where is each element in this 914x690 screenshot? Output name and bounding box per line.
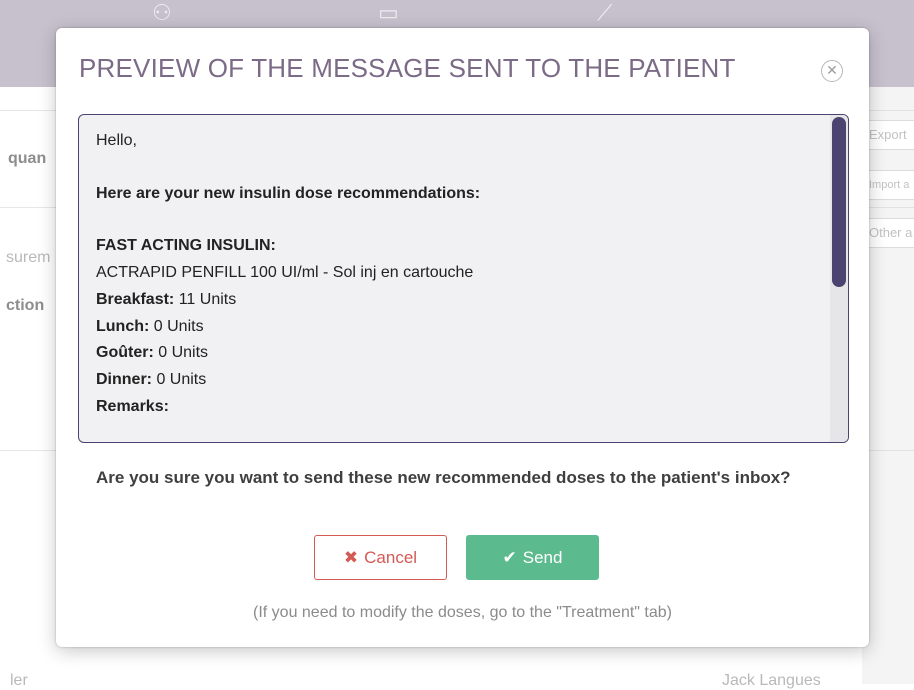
preview-message-modal: PREVIEW OF THE MESSAGE SENT TO THE PATIE… (56, 28, 869, 647)
users-icon[interactable]: ⚇ (152, 2, 172, 24)
dose-value: 0 Units (153, 344, 209, 362)
insulin-product-name: ACTRAPID PENFILL 100 UI/ml - Sol inj en … (96, 264, 474, 282)
background-bottom-left-text: ler (10, 672, 28, 689)
dose-row-breakfast: Breakfast: 11 Units (96, 287, 816, 314)
background-bottom-right-text: Jack Langues (722, 672, 821, 689)
modify-doses-hint: (If you need to modify the doses, go to … (253, 604, 672, 621)
import-button[interactable]: Import a (862, 170, 914, 200)
send-label: Send (522, 548, 563, 567)
confirm-question: Are you sure you want to send these new … (96, 468, 791, 487)
modal-title: PREVIEW OF THE MESSAGE SENT TO THE PATIE… (79, 53, 736, 83)
chat-icon[interactable]: ▭ (378, 2, 399, 24)
dose-value: 0 Units (149, 317, 204, 335)
cancel-label: Cancel (364, 548, 418, 567)
message-content: Hello, Here are your new insulin dose re… (96, 128, 816, 420)
message-preview-box[interactable]: Hello, Here are your new insulin dose re… (78, 114, 849, 443)
check-icon: ✔ (502, 548, 517, 567)
send-button[interactable]: ✔ Send (466, 535, 599, 580)
dose-label: Dinner: (96, 370, 152, 388)
dose-value: 11 Units (174, 290, 237, 308)
chart-icon[interactable]: ⟋ (597, 2, 612, 24)
message-heading: Here are your new insulin dose recommend… (96, 184, 481, 202)
export-button[interactable]: Export (862, 120, 914, 150)
dose-label: Goûter: (96, 344, 154, 362)
background-quantity-text: quan (8, 150, 47, 167)
dose-value: 0 Units (152, 370, 207, 388)
background-section-text: ction (6, 297, 45, 314)
dose-row-gouter: Goûter: 0 Units (96, 340, 816, 367)
background-measurements-text: surem (6, 249, 51, 266)
greeting-text: Hello, (96, 132, 137, 149)
scrollbar-thumb[interactable] (832, 117, 846, 287)
dose-label: Lunch: (96, 317, 150, 335)
cancel-button[interactable]: ✖ Cancel (314, 535, 447, 580)
dose-label: Breakfast: (96, 290, 175, 308)
other-actions-button[interactable]: Other a (862, 218, 914, 248)
insulin-section-title: FAST ACTING INSULIN: (96, 237, 276, 255)
close-icon[interactable]: ✕ (821, 60, 843, 82)
dose-row-dinner: Dinner: 0 Units (96, 367, 816, 394)
remarks-label: Remarks: (96, 397, 169, 415)
dose-row-lunch: Lunch: 0 Units (96, 314, 816, 341)
cross-icon: ✖ (343, 548, 359, 567)
